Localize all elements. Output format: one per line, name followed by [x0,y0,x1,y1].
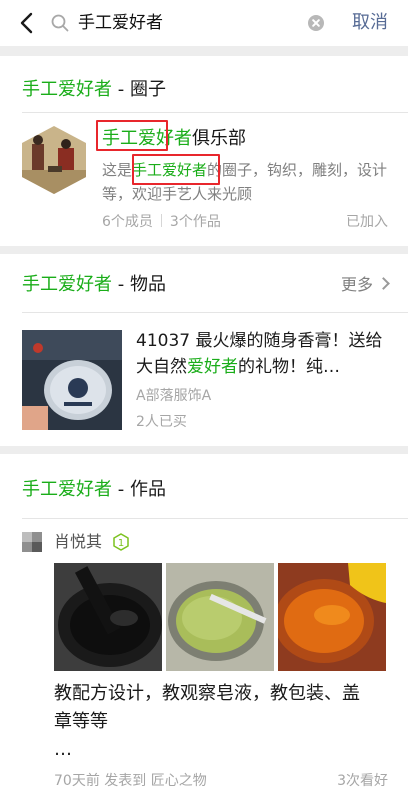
work-image-3 [278,563,386,671]
annotation-box [96,120,168,151]
member-count: 6个成员 [102,214,153,230]
divider [22,312,408,313]
post-meta: 70天前 发表到 匠心之物 [54,773,207,789]
shop-name: A部落服饰A [136,388,212,404]
goods-section-title: 手工爱好者 - 物品 [22,273,166,297]
work-count: 3个作品 [169,214,221,230]
product-title-rest: 的礼物！纯… [238,357,340,377]
buyer-count: 2人已买 [136,414,187,430]
work-image-1 [54,563,162,671]
svg-text:1: 1 [118,538,124,549]
section-suffix: - 作品 [112,479,166,500]
divider [22,112,408,113]
clear-icon[interactable] [308,15,324,31]
work-title: 教配方设计，教观察皂液，教包装、盖 章等等 … [54,680,392,764]
section-keyword: 手工爱好者 [22,479,112,500]
cancel-button[interactable]: 取消 [352,11,388,35]
joined-status: 已加入 [346,214,388,230]
work-title-line: 章等等 [54,711,108,732]
search-icon [51,14,69,32]
work-title-line: 教配方设计，教观察皂液，教包装、盖 [54,683,360,704]
product-title-keyword: 爱好者 [187,357,238,377]
divider [22,518,408,519]
product-image [22,330,122,430]
author-name[interactable]: 肖悦其 [54,530,102,554]
circle-section-title: 手工爱好者 - 圈子 [22,78,166,102]
section-suffix: - 圈子 [112,79,166,100]
circle-name-rest: 俱乐部 [192,128,246,149]
work-title-line: … [54,739,72,760]
like-count: 3次看好 [337,773,388,789]
section-keyword: 手工爱好者 [22,274,112,295]
user-avatar [22,532,42,552]
circle-stats: 6个成员 3个作品 [102,211,221,233]
back-arrow-icon[interactable] [16,11,38,35]
more-label: 更多 [340,275,373,294]
annotation-box [132,154,220,185]
separator [160,214,162,227]
search-input[interactable]: 手工爱好者 [78,12,163,34]
desc-prefix: 这是 [102,161,133,179]
search-field[interactable]: 手工爱好者 [50,7,330,39]
circle-avatar [22,126,86,194]
more-link[interactable]: 更多 [340,273,390,297]
product-title: 41037 最火爆的随身香膏！送给大自然爱好者的礼物！纯… [136,328,388,380]
search-bar: 手工爱好者 取消 [0,0,408,46]
work-image-2 [166,563,274,671]
chevron-right-icon [377,277,390,290]
section-suffix: - 物品 [112,274,166,295]
section-keyword: 手工爱好者 [22,79,112,100]
level-badge-icon: 1 [113,533,129,551]
works-section-title: 手工爱好者 - 作品 [22,478,166,502]
